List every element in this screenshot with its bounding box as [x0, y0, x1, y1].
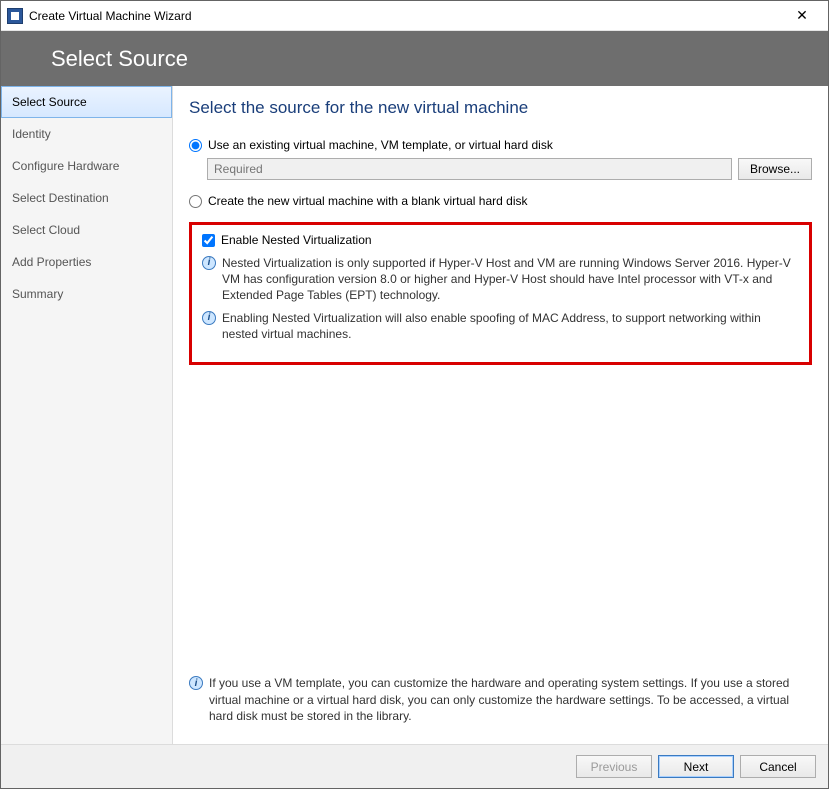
step-configure-hardware[interactable]: Configure Hardware [1, 150, 172, 182]
info-nested-support-text: Nested Virtualization is only supported … [222, 255, 799, 304]
page-heading: Select the source for the new virtual ma… [189, 98, 812, 118]
source-input-row: Browse... [207, 158, 812, 180]
cancel-button[interactable]: Cancel [740, 755, 816, 778]
radio-use-existing[interactable]: Use an existing virtual machine, VM temp… [189, 138, 812, 152]
banner: Select Source [1, 31, 828, 86]
button-bar: Previous Next Cancel [1, 744, 828, 788]
step-identity[interactable]: Identity [1, 118, 172, 150]
radio-blank-disk-label: Create the new virtual machine with a bl… [208, 194, 528, 208]
nested-virtualization-highlight: Enable Nested Virtualization i Nested Vi… [189, 222, 812, 365]
step-select-cloud[interactable]: Select Cloud [1, 214, 172, 246]
banner-title: Select Source [51, 46, 188, 72]
close-icon: ✕ [796, 7, 808, 24]
step-label: Select Cloud [12, 223, 80, 237]
info-nested-support: i Nested Virtualization is only supporte… [202, 255, 799, 304]
step-label: Configure Hardware [12, 159, 119, 173]
step-label: Select Destination [12, 191, 109, 205]
step-summary[interactable]: Summary [1, 278, 172, 310]
checkbox-nested-label: Enable Nested Virtualization [221, 233, 372, 247]
sidebar: Select Source Identity Configure Hardwar… [1, 86, 173, 744]
step-label: Add Properties [12, 255, 91, 269]
step-select-source[interactable]: Select Source [1, 86, 172, 118]
info-icon: i [189, 676, 203, 690]
source-path-input[interactable] [207, 158, 732, 180]
checkbox-nested-input[interactable] [202, 234, 215, 247]
radio-blank-disk[interactable]: Create the new virtual machine with a bl… [189, 194, 812, 208]
radio-blank-disk-input[interactable] [189, 195, 202, 208]
app-icon [7, 8, 23, 24]
step-add-properties[interactable]: Add Properties [1, 246, 172, 278]
close-button[interactable]: ✕ [782, 2, 822, 30]
info-nested-mac-text: Enabling Nested Virtualization will also… [222, 310, 799, 342]
next-button[interactable]: Next [658, 755, 734, 778]
step-label: Select Source [12, 95, 87, 109]
step-select-destination[interactable]: Select Destination [1, 182, 172, 214]
info-nested-mac: i Enabling Nested Virtualization will al… [202, 310, 799, 342]
info-template-note: i If you use a VM template, you can cust… [189, 675, 812, 724]
radio-use-existing-label: Use an existing virtual machine, VM temp… [208, 138, 553, 152]
step-label: Identity [12, 127, 51, 141]
footer-info: i If you use a VM template, you can cust… [189, 665, 812, 744]
previous-button[interactable]: Previous [576, 755, 652, 778]
step-label: Summary [12, 287, 63, 301]
browse-button[interactable]: Browse... [738, 158, 812, 180]
main-panel: Select the source for the new virtual ma… [173, 86, 828, 744]
wizard-body: Select Source Identity Configure Hardwar… [1, 86, 828, 744]
checkbox-nested-virtualization[interactable]: Enable Nested Virtualization [202, 233, 799, 247]
info-icon: i [202, 311, 216, 325]
info-icon: i [202, 256, 216, 270]
spacer [189, 365, 812, 666]
window-title: Create Virtual Machine Wizard [29, 9, 782, 23]
titlebar: Create Virtual Machine Wizard ✕ [1, 1, 828, 31]
info-template-note-text: If you use a VM template, you can custom… [209, 675, 812, 724]
radio-use-existing-input[interactable] [189, 139, 202, 152]
